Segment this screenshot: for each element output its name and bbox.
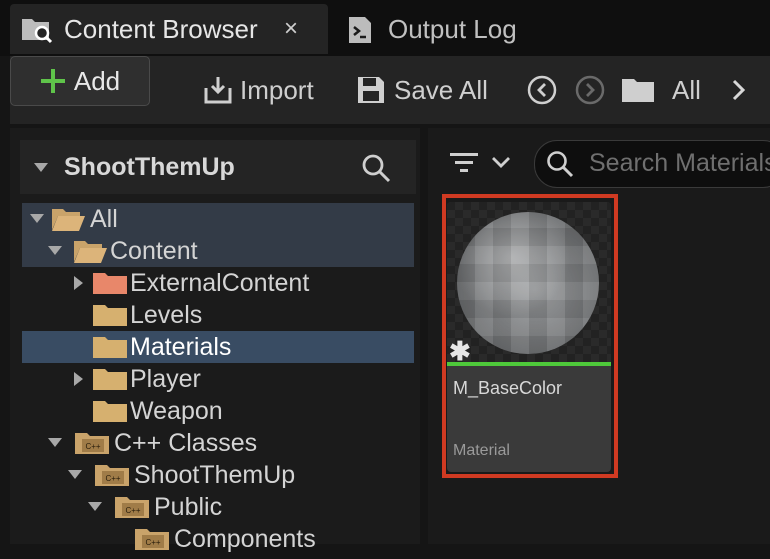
expand-arrow-icon[interactable] <box>88 502 102 511</box>
tree-item-label: Components <box>174 524 316 553</box>
tree-item-label: Materials <box>130 332 232 361</box>
breadcrumb-next-button[interactable] <box>728 56 750 124</box>
tree-item-label: C++ Classes <box>114 428 258 457</box>
tab-strip: Content Browser × Output Log <box>0 0 770 56</box>
folder-icon <box>92 335 128 366</box>
expand-arrow-icon[interactable] <box>48 438 62 447</box>
save-icon <box>356 75 386 105</box>
breadcrumb-all-label: All <box>672 74 701 105</box>
collapse-sources-arrow-icon[interactable] <box>34 163 48 172</box>
search-icon <box>545 149 575 184</box>
tree-item-label: Public <box>154 492 223 521</box>
tree-item-label: ShootThemUp <box>134 460 296 489</box>
forward-button[interactable] <box>574 56 606 124</box>
search-icon[interactable] <box>360 152 392 184</box>
folder-icon <box>92 303 128 334</box>
svg-text:C++: C++ <box>125 506 140 515</box>
sources-header[interactable]: ShootThemUp <box>20 140 416 194</box>
tree-item-components[interactable]: C++ Components <box>22 523 414 555</box>
search-input[interactable]: Search Materials <box>534 140 770 188</box>
tree-item-label: Levels <box>130 300 203 329</box>
arrow-right-circle-icon <box>574 74 606 106</box>
close-icon[interactable]: × <box>284 15 298 43</box>
cpp-folder-icon: C++ <box>134 526 170 559</box>
tree-item-weapon[interactable]: Weapon <box>22 395 414 427</box>
expand-arrow-icon[interactable] <box>68 470 82 479</box>
svg-text:C++: C++ <box>85 442 100 451</box>
folder-icon <box>92 271 128 302</box>
add-button[interactable]: Add <box>10 56 150 106</box>
arrow-left-circle-icon <box>526 74 558 106</box>
chevron-right-icon <box>728 75 750 105</box>
expand-arrow-icon[interactable] <box>74 372 83 386</box>
back-button[interactable] <box>526 56 558 124</box>
svg-text:C++: C++ <box>105 474 120 483</box>
import-label: Import <box>240 74 314 105</box>
tree-item-cpp-classes[interactable]: C++ C++ Classes <box>22 427 414 459</box>
tree-item-label: All <box>90 204 118 233</box>
tab-content-browser-label: Content Browser <box>64 13 258 44</box>
import-icon <box>202 74 234 106</box>
tree-item-externalcontent[interactable]: ExternalContent <box>22 267 414 299</box>
expand-arrow-icon[interactable] <box>30 214 44 223</box>
tree-item-label: ExternalContent <box>130 268 310 297</box>
tree-item-all[interactable]: All <box>22 203 414 235</box>
selection-highlight-box <box>442 194 618 478</box>
import-button[interactable]: Import <box>202 56 314 124</box>
tree-item-public[interactable]: C++ Public <box>22 491 414 523</box>
sources-title: ShootThemUp <box>64 152 235 181</box>
toolbar: Add Import Save All All <box>10 56 770 124</box>
expand-arrow-icon[interactable] <box>74 276 83 290</box>
folder-icon <box>92 399 128 430</box>
tree-item-shootthemup[interactable]: C++ ShootThemUp <box>22 459 414 491</box>
tree-item-label: Player <box>130 364 201 393</box>
tree-item-materials[interactable]: Materials <box>22 331 414 363</box>
filter-icon <box>448 148 482 183</box>
save-all-label: Save All <box>394 74 488 105</box>
add-button-label: Add <box>73 65 121 96</box>
tab-output-log-label: Output Log <box>388 13 517 44</box>
save-all-button[interactable]: Save All <box>356 56 488 124</box>
chevron-down-icon <box>490 154 512 175</box>
tree-item-player[interactable]: Player <box>22 363 414 395</box>
folder-icon <box>620 75 656 105</box>
plus-icon <box>40 68 66 94</box>
tree-item-content[interactable]: Content <box>22 235 414 267</box>
tree-item-levels[interactable]: Levels <box>22 299 414 331</box>
filter-dropdown[interactable] <box>448 146 514 180</box>
folder-icon <box>92 367 128 398</box>
breadcrumb-all[interactable]: All <box>672 56 701 124</box>
search-placeholder: Search Materials <box>589 149 770 177</box>
tree-item-label: Content <box>110 236 198 265</box>
path-folder-button[interactable] <box>620 56 656 124</box>
tree-item-label: Weapon <box>130 396 223 425</box>
tab-output-log[interactable]: Output Log <box>336 4 576 54</box>
tab-content-browser[interactable]: Content Browser × <box>10 4 328 54</box>
folder-search-icon <box>20 13 54 45</box>
terminal-icon <box>346 15 374 45</box>
expand-arrow-icon[interactable] <box>48 246 62 255</box>
svg-text:C++: C++ <box>145 538 160 547</box>
